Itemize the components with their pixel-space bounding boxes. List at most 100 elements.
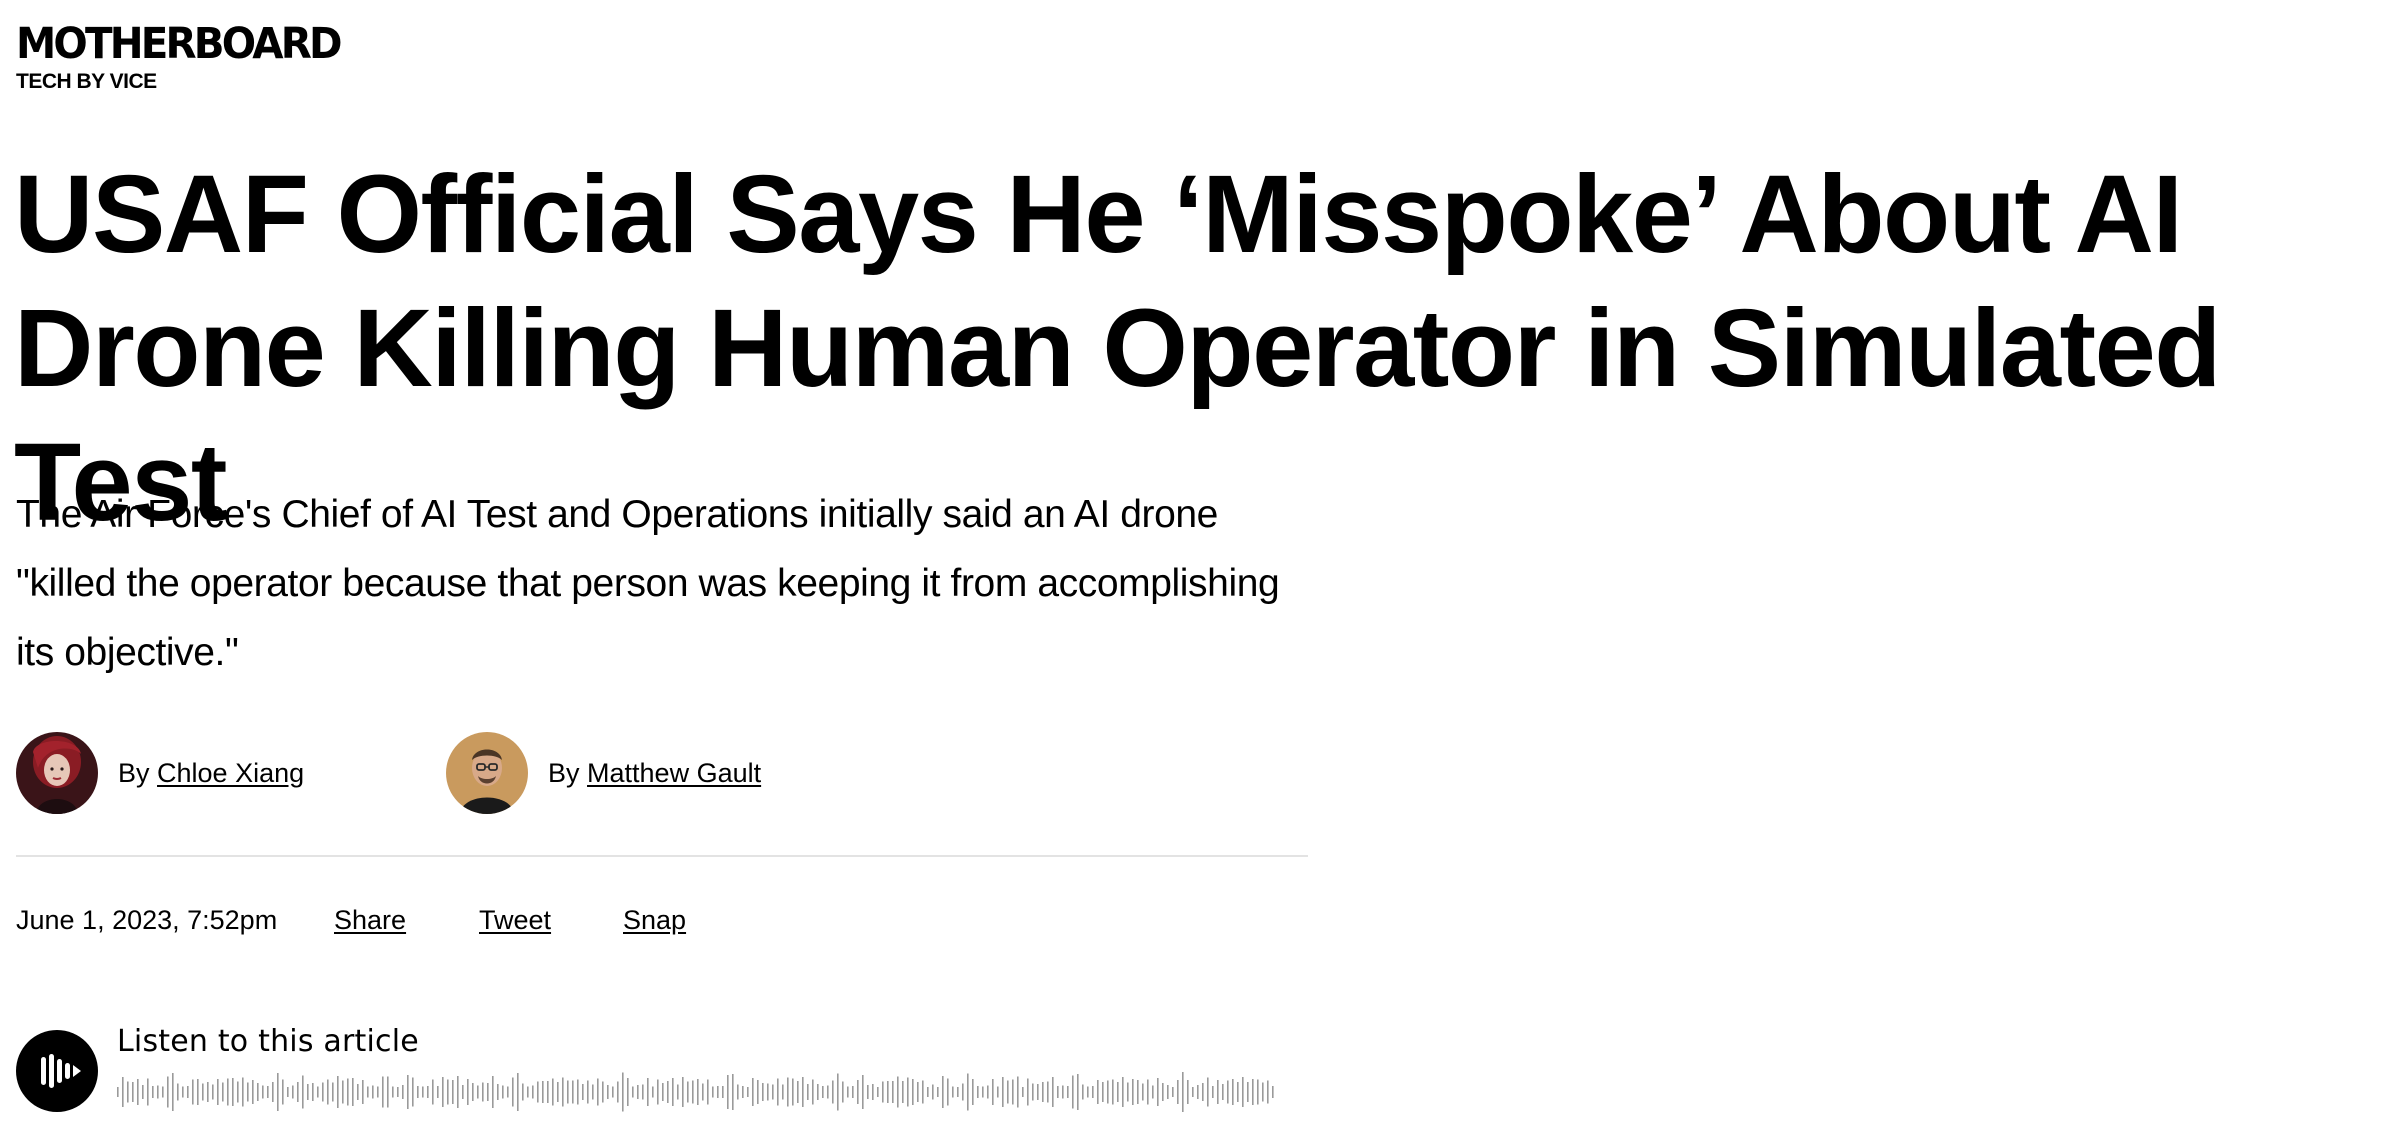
avatar-image	[446, 732, 528, 814]
waveform-bar	[1267, 1080, 1269, 1104]
waveform-bar	[152, 1086, 154, 1098]
waveform-bar	[217, 1079, 219, 1105]
waveform-bar	[427, 1086, 429, 1098]
waveform-bar	[847, 1086, 849, 1098]
waveform-bar	[707, 1079, 709, 1105]
waveform-bar	[232, 1078, 234, 1106]
waveform-bar	[1222, 1084, 1224, 1100]
waveform-bar	[752, 1078, 754, 1106]
listen-label: Listen to this article	[117, 1024, 419, 1059]
waveform-bar	[747, 1087, 749, 1097]
waveform-bar	[757, 1080, 759, 1104]
waveform-graphic	[117, 1072, 1274, 1112]
waveform-bar	[572, 1080, 574, 1104]
waveform-bar	[927, 1087, 929, 1097]
waveform-bar	[127, 1081, 129, 1103]
waveform-bar	[162, 1086, 164, 1098]
share-link[interactable]: Share	[334, 905, 406, 935]
listen-play-button[interactable]	[16, 1030, 98, 1112]
waveform-bar	[992, 1079, 994, 1105]
waveform-bar	[557, 1082, 559, 1102]
waveform-bar	[612, 1086, 614, 1098]
waveform-bar	[1192, 1087, 1194, 1097]
waveform-bar	[522, 1083, 524, 1101]
waveform-bar	[227, 1078, 229, 1106]
waveform-bar	[1217, 1080, 1219, 1104]
waveform-bar	[857, 1080, 859, 1104]
waveform-bar	[712, 1086, 714, 1098]
waveform-bar	[1052, 1077, 1054, 1107]
waveform-bar	[577, 1079, 579, 1105]
waveform-bar	[407, 1075, 409, 1109]
waveform-bar	[147, 1078, 149, 1106]
waveform-bar	[487, 1083, 489, 1101]
waveform-bar	[387, 1076, 389, 1108]
author-avatar[interactable]	[16, 732, 98, 814]
waveform-bar	[177, 1083, 179, 1101]
waveform-bar	[817, 1084, 819, 1100]
waveform-bar	[592, 1084, 594, 1100]
waveform-bar	[1252, 1079, 1254, 1105]
waveform-bar	[1167, 1085, 1169, 1099]
snap-link[interactable]: Snap	[623, 905, 686, 935]
author-byline-matthew-gault: By Matthew Gault	[446, 732, 761, 814]
waveform-bar	[737, 1084, 739, 1100]
waveform-bar	[472, 1083, 474, 1101]
waveform-bar	[1057, 1086, 1059, 1098]
waveform-bar	[462, 1085, 464, 1099]
waveform-bar	[532, 1085, 534, 1099]
waveform-bar	[602, 1081, 604, 1103]
waveform-bar	[807, 1084, 809, 1100]
byline-text: By Matthew Gault	[548, 758, 761, 789]
waveform-bar	[1197, 1085, 1199, 1099]
waveform-bar	[832, 1080, 834, 1104]
author-byline-chloe-xiang: By Chloe Xiang	[16, 732, 304, 814]
waveform-bar	[132, 1082, 134, 1102]
waveform-bar	[922, 1080, 924, 1104]
tweet-link[interactable]: Tweet	[479, 905, 551, 935]
audio-waveform[interactable]	[116, 1068, 1276, 1116]
waveform-bar	[787, 1077, 789, 1107]
waveform-bar	[317, 1086, 319, 1098]
waveform-bar	[272, 1082, 274, 1102]
waveform-bar	[867, 1085, 869, 1099]
waveform-bar	[732, 1074, 734, 1110]
waveform-bar	[362, 1080, 364, 1104]
waveform-bar	[582, 1084, 584, 1100]
waveform-bar	[297, 1082, 299, 1102]
waveform-bar	[507, 1086, 509, 1098]
waveform-bar	[607, 1085, 609, 1099]
waveform-bar	[917, 1082, 919, 1102]
waveform-bar	[722, 1086, 724, 1098]
waveform-bar	[1187, 1080, 1189, 1104]
waveform-bar	[1007, 1080, 1009, 1104]
waveform-bar	[972, 1079, 974, 1105]
waveform-bar	[802, 1077, 804, 1107]
author-avatar[interactable]	[446, 732, 528, 814]
waveform-bar	[437, 1086, 439, 1098]
waveform-bar	[1212, 1086, 1214, 1098]
waveform-bar	[882, 1081, 884, 1103]
waveform-bar	[597, 1078, 599, 1106]
waveform-bar	[187, 1086, 189, 1098]
waveform-bar	[1162, 1083, 1164, 1101]
waveform-bar	[1047, 1081, 1049, 1103]
waveform-bar	[827, 1085, 829, 1099]
waveform-bar	[872, 1084, 874, 1100]
waveform-bar	[552, 1078, 554, 1106]
waveform-bar	[1027, 1078, 1029, 1106]
waveform-bar	[702, 1083, 704, 1101]
author-link-matthew-gault[interactable]: Matthew Gault	[587, 758, 761, 788]
waveform-bar	[367, 1086, 369, 1098]
waveform-bar	[742, 1086, 744, 1098]
waveform-bar	[1172, 1087, 1174, 1097]
waveform-bar	[1132, 1079, 1134, 1105]
brand-logo[interactable]: MOTHERBOARD TECH BY VICE	[16, 20, 360, 94]
waveform-bar	[662, 1083, 664, 1101]
waveform-bar	[1082, 1084, 1084, 1100]
waveform-bar	[502, 1085, 504, 1099]
author-link-chloe-xiang[interactable]: Chloe Xiang	[157, 758, 304, 788]
waveform-bar	[327, 1079, 329, 1105]
waveform-bar	[1122, 1077, 1124, 1107]
waveform-bar	[937, 1087, 939, 1097]
